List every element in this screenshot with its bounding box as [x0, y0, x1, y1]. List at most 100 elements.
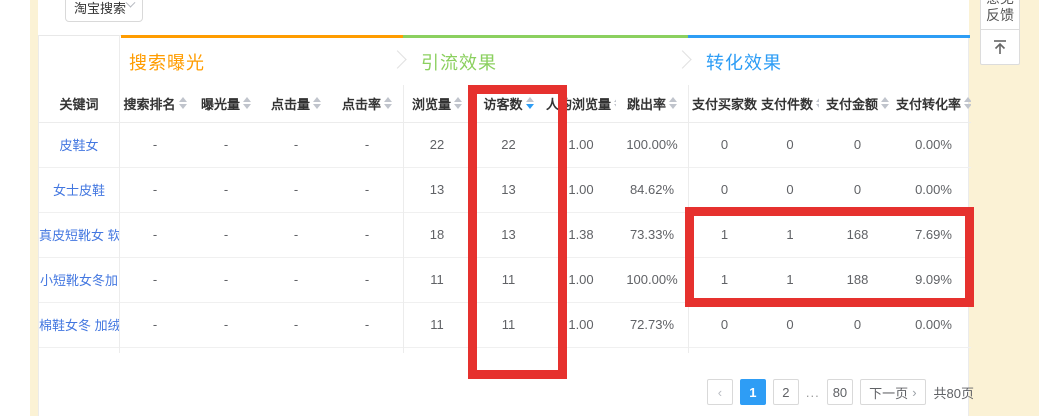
col-header-label: 访客数	[483, 94, 522, 113]
page-ellipsis: ...	[806, 385, 820, 400]
col-header-label: 搜索排名	[123, 94, 175, 113]
col-header-label: 点击率	[342, 94, 381, 113]
metric-cell-visitors: 22	[471, 122, 546, 167]
metric-cell-bounce-rate: 73.33%	[616, 212, 688, 257]
metric-cell-clicks: -	[261, 302, 331, 347]
col-header-pay-buyers: 支付买家数	[688, 85, 761, 122]
sort-control-icon[interactable]	[243, 97, 251, 109]
page-button-1[interactable]: 1	[740, 379, 766, 405]
keyword-link[interactable]: 女士皮鞋	[53, 183, 105, 198]
metric-cell-pay-buyers: 0	[688, 122, 761, 167]
metric-cell-impressions: -	[191, 257, 261, 302]
arrow-up-to-line-icon	[990, 37, 1010, 57]
metric-cell-bounce-rate: 100.00%	[616, 122, 688, 167]
col-header-label: 支付金额	[826, 94, 878, 113]
col-header-bounce-rate[interactable]: 跳出率	[616, 85, 688, 122]
table-row: 女士皮鞋----13131.0084.62%0000.00%	[39, 167, 971, 212]
metric-cell-pv-per-visitor: 1.00	[546, 257, 616, 302]
metric-cell-pageviews: 18	[403, 212, 471, 257]
col-header-pv-per-visitor[interactable]: 人均浏览量	[546, 85, 616, 122]
col-header-impressions[interactable]: 曝光量	[191, 85, 261, 122]
sort-control-icon[interactable]	[454, 97, 462, 109]
metric-cell-pay-amount: 0	[819, 167, 896, 212]
chevron-right-icon: ›	[912, 385, 916, 400]
metric-cell-pv-per-visitor: 1.38	[546, 212, 616, 257]
sort-control-icon[interactable]	[816, 97, 819, 109]
band-border-conversion-effect	[688, 35, 970, 38]
metric-cell-pay-conversion: 0.00%	[896, 122, 971, 167]
col-header-pay-conversion[interactable]: 支付转化率	[896, 85, 971, 122]
next-page-button[interactable]: 下一页 ›	[860, 379, 925, 405]
col-header-label: 浏览量	[412, 94, 451, 113]
metric-cell-pay-items: 1	[761, 257, 819, 302]
keyword-link[interactable]: 真皮短靴女 软	[39, 228, 119, 243]
metric-cell-ctr: -	[331, 212, 403, 257]
sort-control-icon[interactable]	[669, 97, 677, 109]
metric-cell-clicks: -	[261, 167, 331, 212]
next-page-label: 下一页	[869, 383, 908, 402]
feedback-button[interactable]: 意见 反馈	[980, 0, 1020, 30]
guide-mask-left	[30, 0, 38, 416]
metric-cell-pay-items: 0	[761, 302, 819, 347]
keyword-link[interactable]: 棉鞋女冬 加绒	[39, 318, 119, 333]
total-pages-text: 共80页	[934, 383, 974, 402]
metric-cell-impressions: -	[191, 212, 261, 257]
group-separator-chevron-icon	[673, 50, 691, 68]
col-header-ctr[interactable]: 点击率	[331, 85, 403, 122]
col-header-label: 关键词	[59, 94, 98, 113]
table-row: 棉鞋女冬 加绒----11111.0072.73%0000.00%	[39, 302, 971, 347]
metric-cell-pv-per-visitor: 1.00	[546, 302, 616, 347]
metric-cell-bounce-rate: 100.00%	[616, 257, 688, 302]
page-button-2[interactable]: 2	[773, 379, 799, 405]
band-border-search-exposure	[121, 35, 403, 38]
metric-cell-bounce-rate: 72.73%	[616, 302, 688, 347]
metric-cell-clicks: -	[261, 122, 331, 167]
keyword-link[interactable]: 皮鞋女	[59, 138, 98, 153]
metric-cell-clicks: -	[261, 257, 331, 302]
sort-control-icon[interactable]	[313, 97, 321, 109]
back-to-top-button[interactable]	[980, 29, 1020, 65]
metric-cell-pay-amount: 188	[819, 257, 896, 302]
col-header-visitors[interactable]: 访客数	[471, 85, 546, 122]
col-header-pageviews[interactable]: 浏览量	[403, 85, 471, 122]
col-header-pay-items[interactable]: 支付件数	[761, 85, 819, 122]
prev-page-button[interactable]: ‹	[707, 379, 733, 405]
metric-cell-search-rank: -	[119, 212, 191, 257]
feedback-widget: 意见 反馈	[980, 0, 1020, 65]
metric-cell-search-rank: -	[119, 167, 191, 212]
metric-cell-visitors: 13	[471, 167, 546, 212]
sort-control-icon[interactable]	[881, 97, 889, 109]
metric-cell-pay-buyers: 0	[688, 167, 761, 212]
table-header-row: 关键词搜索排名曝光量点击量点击率浏览量访客数人均浏览量跳出率支付买家数支付件数支…	[39, 85, 971, 122]
sort-control-icon[interactable]	[964, 97, 971, 109]
metric-cell-search-rank: -	[119, 122, 191, 167]
sort-control-icon[interactable]	[179, 97, 187, 109]
keyword-link[interactable]: 小短靴女冬加	[40, 273, 118, 288]
metric-cell-pay-buyers: 1	[688, 212, 761, 257]
col-header-label: 人均浏览量	[546, 94, 611, 113]
page-button-80[interactable]: 80	[827, 379, 853, 405]
sort-control-icon[interactable]	[614, 97, 616, 109]
column-group-band: 搜索曝光 引流效果 转化效果	[39, 35, 968, 85]
col-header-label: 点击量	[271, 94, 310, 113]
col-header-label: 跳出率	[627, 94, 666, 113]
metric-cell-impressions: -	[191, 167, 261, 212]
metric-cell-ctr: -	[331, 167, 403, 212]
metric-cell-impressions: -	[191, 122, 261, 167]
keyword-cell: 棉鞋女冬 加绒	[39, 302, 119, 347]
col-header-label: 支付转化率	[896, 94, 961, 113]
table-row: 皮鞋女----22221.00100.00%0000.00%	[39, 122, 971, 167]
col-header-clicks[interactable]: 点击量	[261, 85, 331, 122]
table-row: 小短靴女冬加----11111.00100.00%111889.09%	[39, 257, 971, 302]
metric-cell-pay-items: 0	[761, 167, 819, 212]
col-header-search-rank[interactable]: 搜索排名	[119, 85, 191, 122]
pagination: ‹ 1 2 ... 80 下一页 › 共80页	[700, 379, 974, 405]
channel-select[interactable]: 淘宝搜索	[65, 0, 143, 22]
sort-control-icon[interactable]	[526, 97, 534, 109]
metric-cell-pageviews: 11	[403, 302, 471, 347]
sort-control-icon[interactable]	[384, 97, 392, 109]
col-header-pay-amount[interactable]: 支付金额	[819, 85, 896, 122]
band-border-plain	[39, 35, 121, 36]
group-title-conversion-effect: 转化效果	[706, 49, 782, 75]
band-border-traffic-effect	[403, 35, 688, 38]
